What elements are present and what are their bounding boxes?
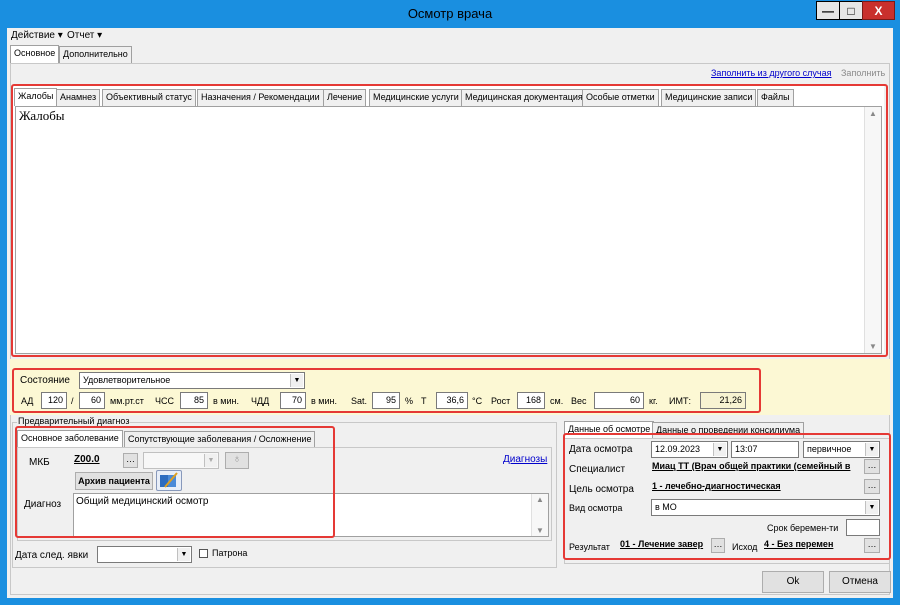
fill-from-other-link[interactable]: Заполнить из другого случая	[711, 68, 832, 78]
minimize-button[interactable]: —	[816, 1, 840, 20]
menu-action[interactable]: Действие ▾	[11, 30, 63, 41]
highlight-exam	[563, 433, 891, 560]
tab-main[interactable]: Основное	[10, 45, 60, 63]
next-visit-label: Дата след. явки	[15, 550, 89, 561]
diagnosis-group-label: Предварительный диагноз	[17, 416, 131, 426]
scroll-up-icon[interactable]: ▲	[532, 495, 548, 504]
highlight-complaints	[11, 84, 888, 357]
diagnosis-scrollbar[interactable]: ▲ ▼	[531, 494, 548, 536]
diagnoses-link[interactable]: Диагнозы	[503, 454, 547, 465]
highlight-vitals	[12, 368, 761, 413]
client-area: Действие ▾ Отчет ▾ Основное Дополнительн…	[7, 28, 893, 598]
title-bar: Осмотр врача — □ X	[0, 0, 900, 28]
scroll-down-icon[interactable]: ▼	[532, 526, 548, 535]
app-window: Осмотр врача — □ X Действие ▾ Отчет ▾ Ос…	[0, 0, 900, 605]
ok-button[interactable]: Ok	[762, 571, 824, 593]
chevron-down-icon: ▼	[177, 548, 190, 561]
patronage-checkbox[interactable]	[199, 549, 208, 558]
menu-report[interactable]: Отчет ▾	[67, 30, 102, 41]
tab-additional[interactable]: Дополнительно	[59, 46, 132, 63]
cancel-button[interactable]: Отмена	[829, 571, 891, 593]
next-visit-date[interactable]: ▼	[97, 546, 192, 563]
patronage-label: Патрона	[212, 548, 248, 558]
highlight-diagnosis	[15, 426, 335, 538]
close-button[interactable]: X	[862, 1, 895, 20]
fill-link: Заполнить	[841, 68, 886, 78]
maximize-button[interactable]: □	[839, 1, 863, 20]
window-title: Осмотр врача	[407, 6, 493, 21]
